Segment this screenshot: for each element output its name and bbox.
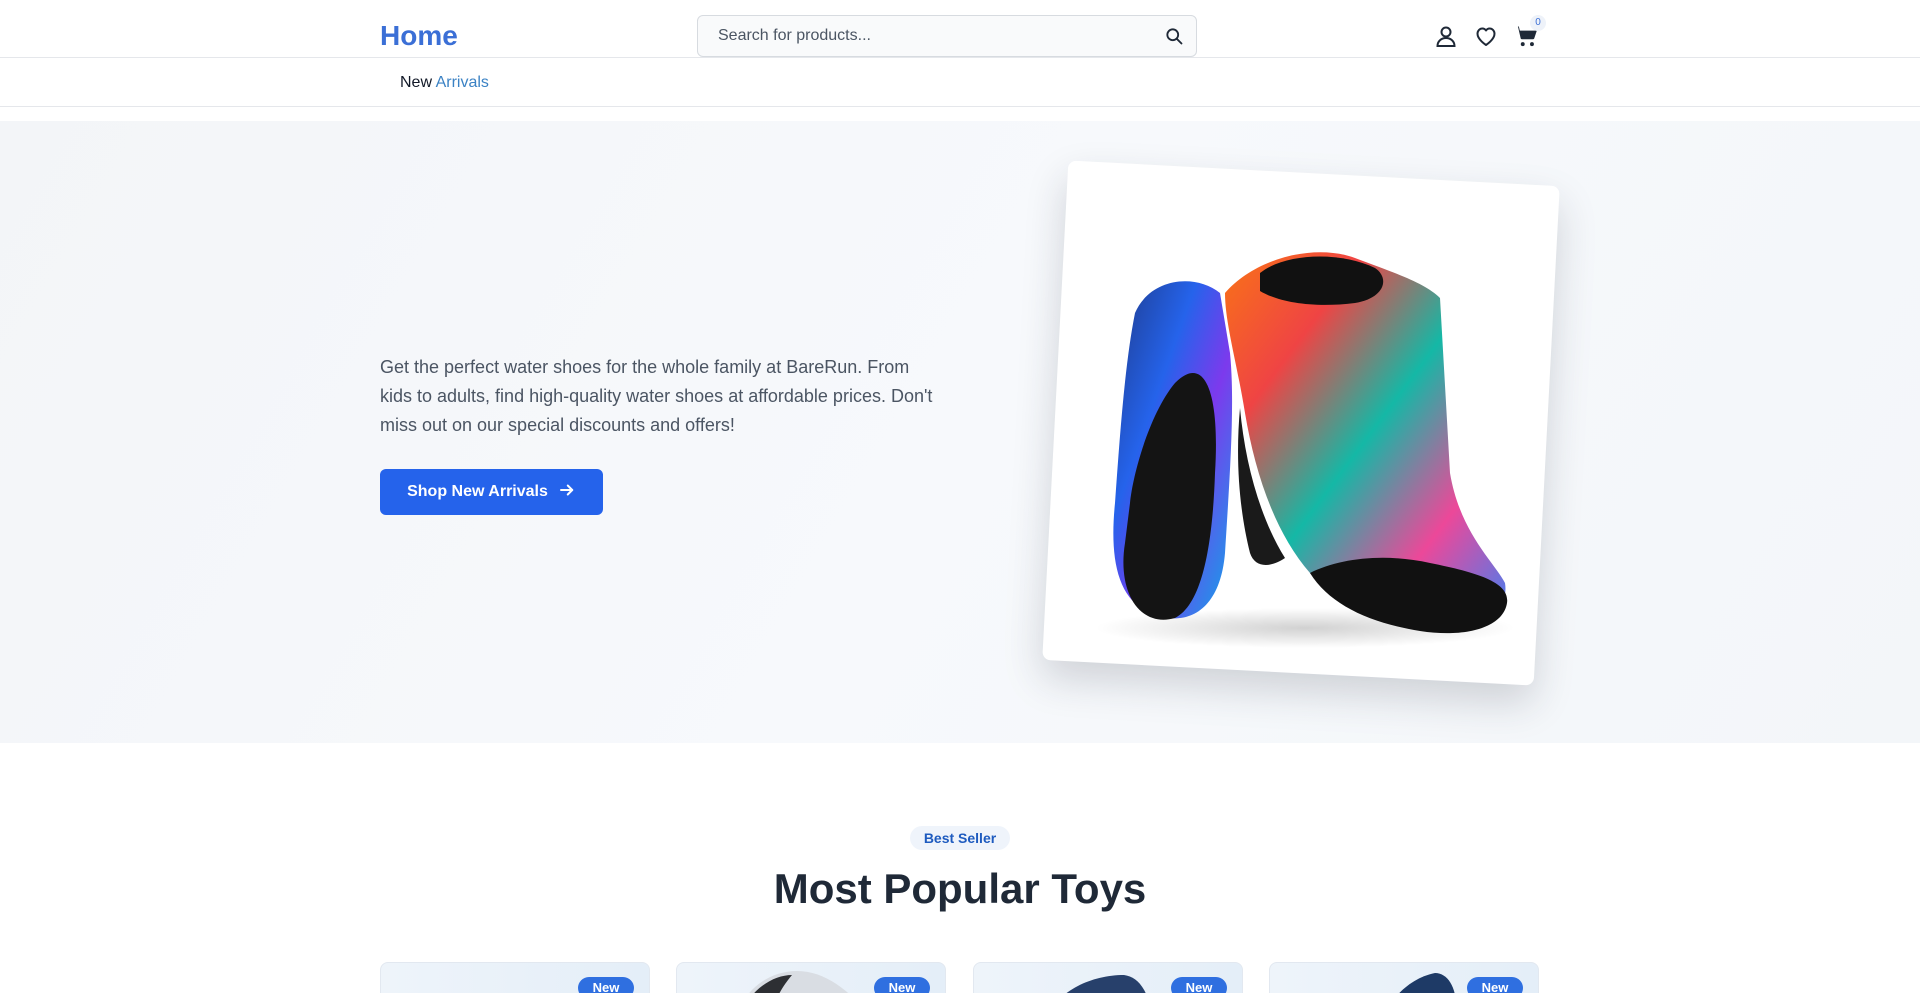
- best-seller-badge: Best Seller: [910, 826, 1010, 850]
- section-title: Most Popular Toys: [773, 865, 1147, 912]
- product-card[interactable]: New: [1269, 962, 1539, 993]
- nav-link-word-arrivals: Arrivals: [435, 74, 489, 91]
- new-tag: New: [578, 977, 634, 993]
- search-bar: [697, 15, 1197, 57]
- logo-home-link[interactable]: Home: [380, 19, 458, 53]
- water-shoes-image: [1095, 252, 1515, 648]
- user-icon[interactable]: [1432, 22, 1460, 50]
- nav-link-word-new: New: [400, 74, 433, 91]
- hero-section: Get the perfect water shoes for the whol…: [0, 121, 1920, 743]
- product-card[interactable]: New: [676, 962, 946, 993]
- shop-new-arrivals-button[interactable]: Shop New Arrivals: [380, 469, 603, 515]
- hero-product-card: [1042, 160, 1560, 686]
- nav-link-new-arrivals[interactable]: New Arrivals: [400, 73, 489, 93]
- hero-description: Get the perfect water shoes for the whol…: [380, 357, 933, 435]
- new-tag: New: [1171, 977, 1227, 993]
- new-tag: New: [1467, 977, 1523, 993]
- site-header: Home 0: [0, 0, 1920, 58]
- heart-icon[interactable]: [1472, 22, 1500, 50]
- search-input[interactable]: [698, 16, 1138, 56]
- product-card[interactable]: New: [380, 962, 650, 993]
- cart-count-badge: 0: [1530, 15, 1546, 31]
- main-nav: New Arrivals: [0, 59, 1920, 107]
- shop-new-arrivals-label: Shop New Arrivals: [407, 483, 548, 500]
- search-icon[interactable]: [1162, 24, 1186, 48]
- arrow-right-icon: [558, 481, 576, 504]
- product-card[interactable]: New: [973, 962, 1243, 993]
- new-tag: New: [874, 977, 930, 993]
